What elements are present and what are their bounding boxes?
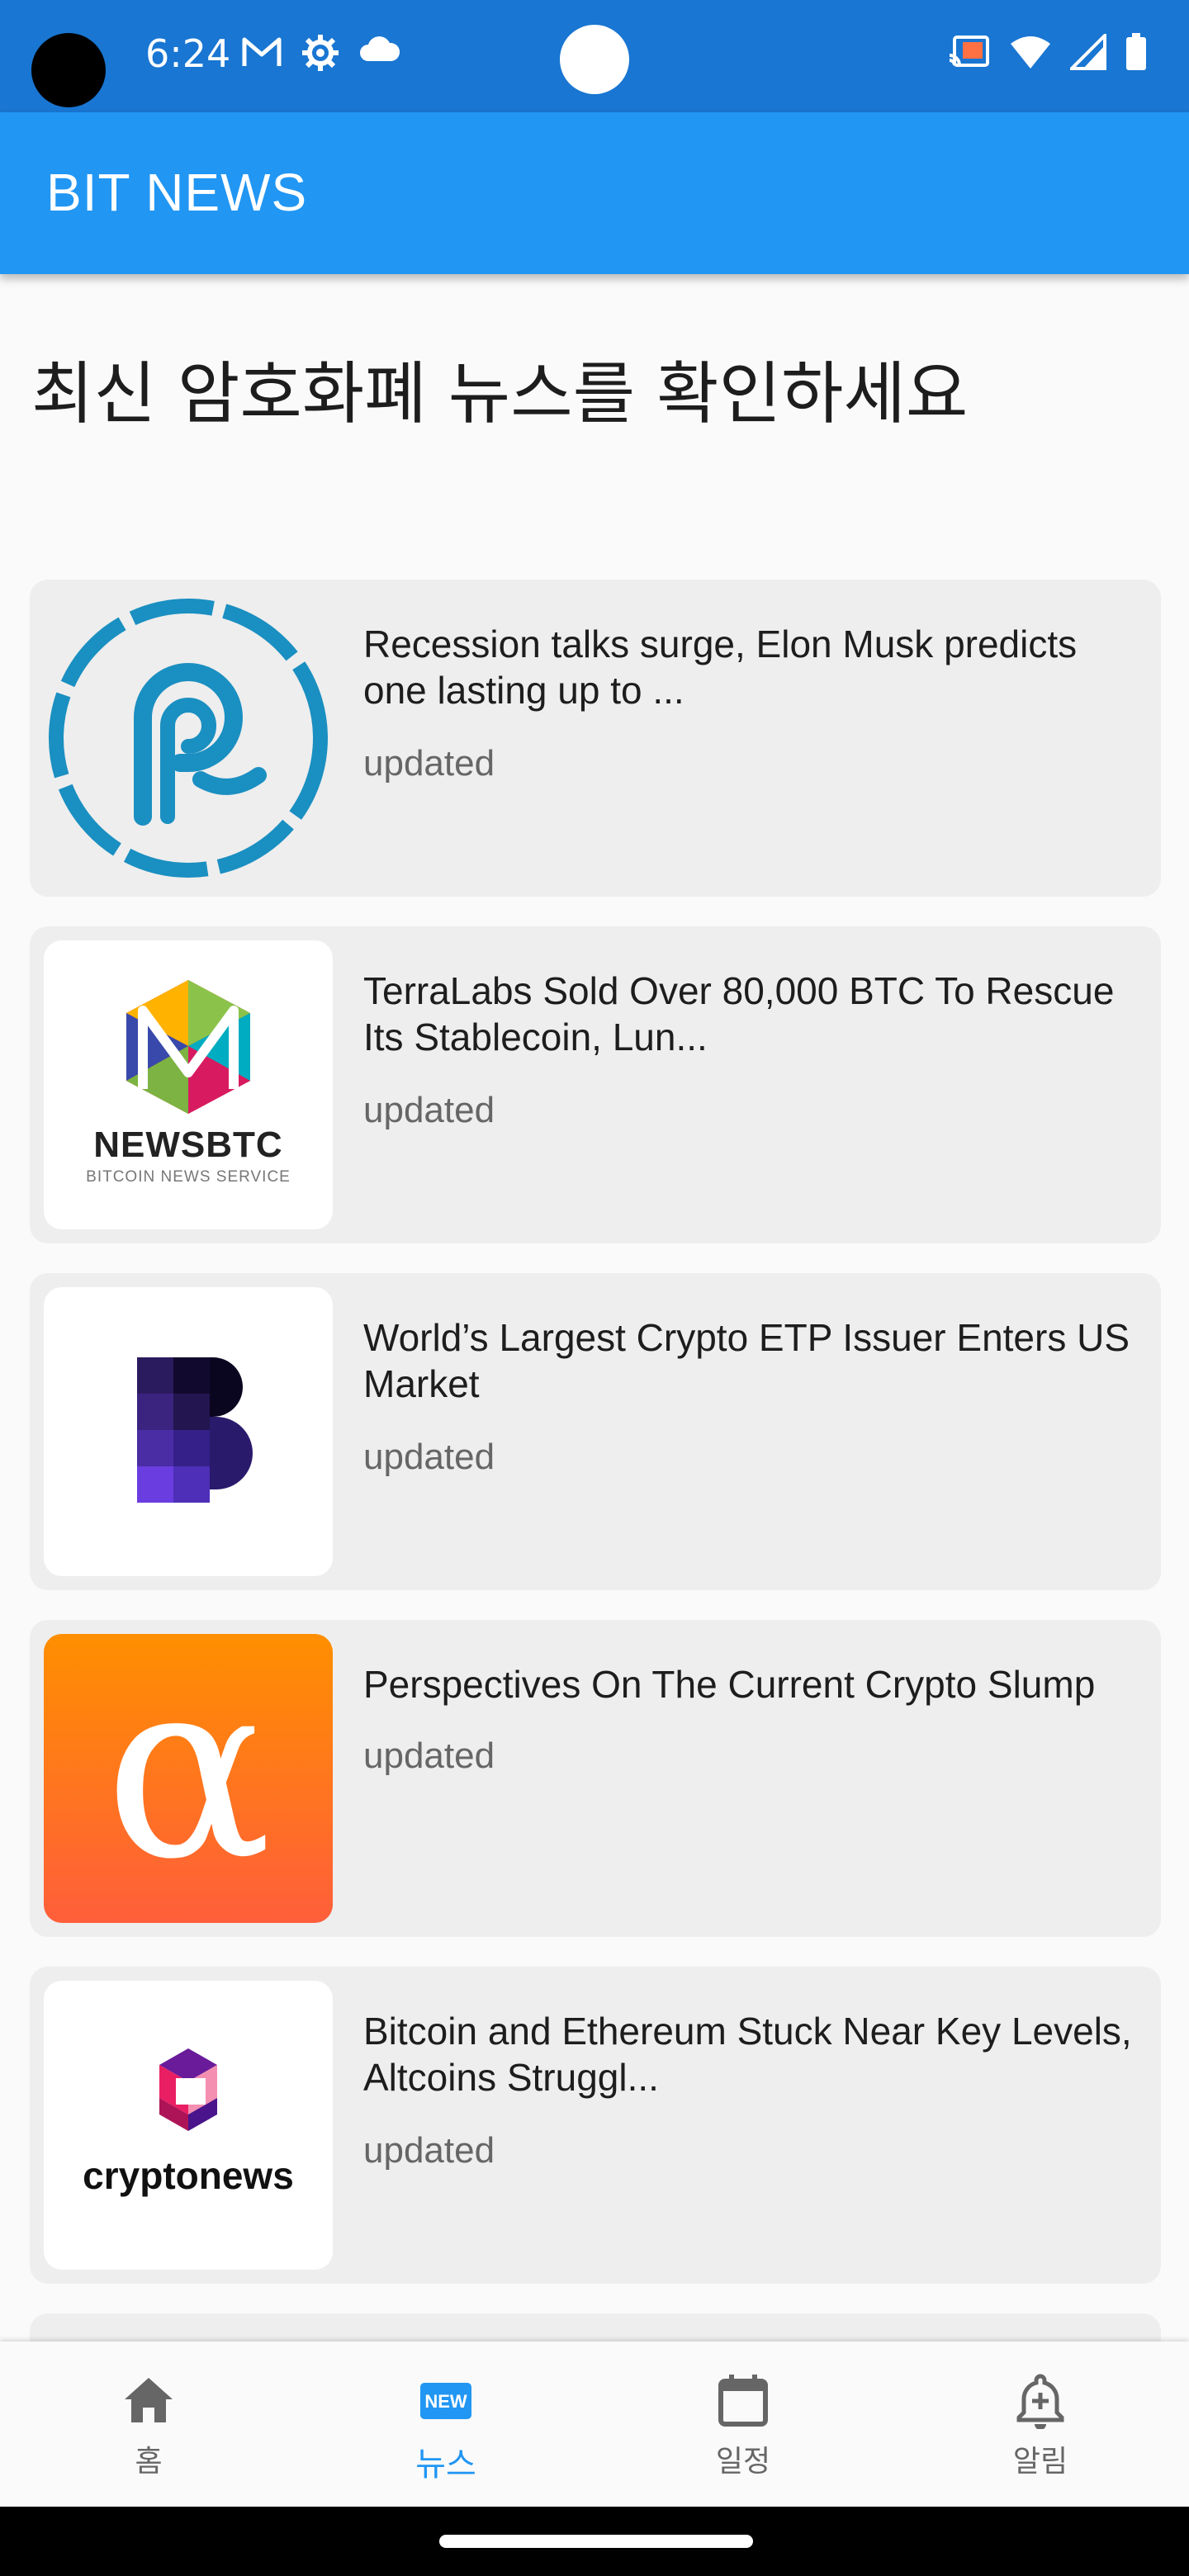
bell-add-icon [1016,2374,1064,2429]
cast-icon [949,36,989,67]
wifi-icon [1011,36,1050,69]
calendar-icon [718,2375,768,2427]
b-logo [44,1287,333,1576]
cloud-icon [360,36,400,61]
settings-icon [302,35,339,71]
app-bar: BIT NEWS [0,112,1189,274]
news-title: Bitcoin and Ethereum Stuck Near Key Leve… [363,2010,1132,2099]
news-status: updated [363,1437,495,1477]
news-list[interactable]: Recession talks surge, Elon Musk predict… [30,580,1161,2363]
cryptonews-wordmark: cryptonews [83,2154,294,2197]
newsbtc-tagline: BITCOIN NEWS SERVICE [86,1168,291,1186]
page-heading: 최신 암호화폐 뉴스를 확인하세요 [31,355,969,433]
news-title: Recession talks surge, Elon Musk predict… [363,623,1078,712]
newsbtc-wordmark: NEWSBTC [93,1125,282,1165]
news-card[interactable]: NEWSBTC BITCOIN NEWS SERVICE TerraLabs S… [30,926,1161,1243]
newsbtc-logo: NEWSBTC BITCOIN NEWS SERVICE [44,940,333,1229]
news-status: updated [363,743,495,784]
nav-label-home: 홈 [135,2445,163,2479]
nav-item-news[interactable]: NEW 뉴스 [372,2371,520,2485]
news-status: updated [363,2130,495,2171]
news-card[interactable]: World’s Largest Crypto ETP Issuer Enters… [30,1273,1161,1590]
coinpedia-logo [44,594,333,883]
home-icon [125,2378,173,2422]
news-card[interactable]: α Perspectives On The Current Crypto Slu… [30,1620,1161,1937]
nav-item-calendar[interactable]: 일정 [669,2371,817,2480]
front-sensor [560,25,629,94]
news-card[interactable]: Recession talks surge, Elon Musk predict… [30,580,1161,897]
news-title: Perspectives On The Current Crypto Slump [363,1663,1096,1706]
news-status: updated [363,1735,495,1776]
camera-cutout [31,33,106,107]
nav-label-news: 뉴스 [415,2446,476,2484]
cryptonews-logo: cryptonews [44,1981,333,2270]
news-icon: NEW [420,2383,471,2419]
battery-icon [1126,33,1146,70]
home-gesture-bar[interactable] [439,2535,753,2548]
nav-item-alerts[interactable]: 알림 [966,2371,1115,2480]
nav-item-home[interactable]: 홈 [74,2371,223,2480]
status-system-icons [948,33,1148,71]
status-time: 6:24 [145,31,231,76]
nav-label-alerts: 알림 [1012,2445,1068,2479]
status-notification-icons [241,33,401,73]
news-title: World’s Largest Crypto ETP Issuer Enters… [363,1316,1130,1405]
news-status: updated [363,1090,495,1130]
system-navigation [0,2507,1189,2576]
bottom-navigation: 홈 NEW 뉴스 일정 알림 [0,2342,1189,2507]
gmail-icon [242,37,282,66]
news-title: TerraLabs Sold Over 80,000 BTC To Rescue… [363,969,1115,1058]
signal-icon [1070,34,1106,70]
alpha-logo: α [44,1634,333,1923]
app-title: BIT NEWS [46,163,308,222]
status-bar: 6:24 [0,0,1189,112]
nav-label-calendar: 일정 [715,2445,771,2479]
news-card[interactable]: cryptonews Bitcoin and Ethereum Stuck Ne… [30,1967,1161,2284]
news-icon-text: NEW [424,2391,467,2412]
alpha-glyph: α [104,1634,272,1914]
